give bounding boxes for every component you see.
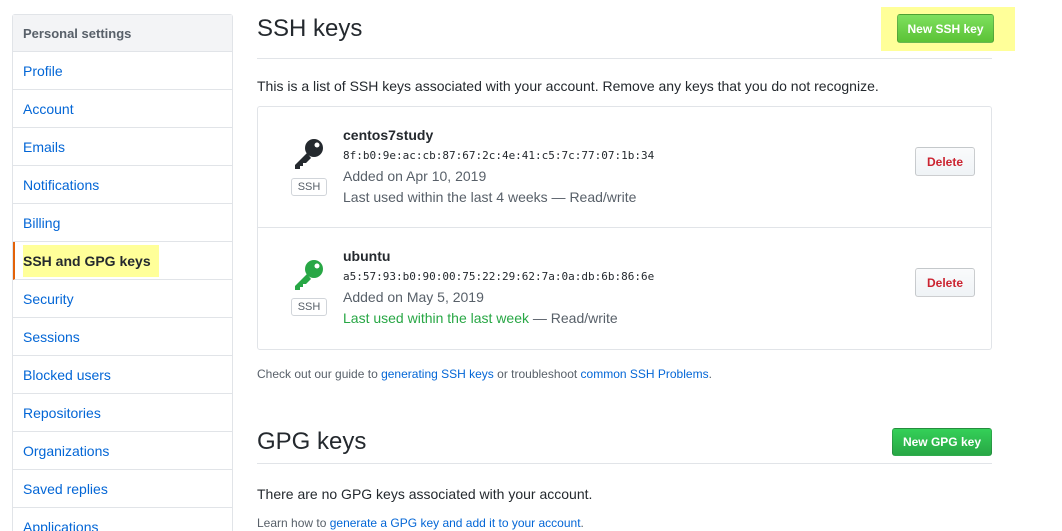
- access-text: — Read/write: [547, 189, 637, 205]
- sidebar-header: Personal settings: [13, 15, 232, 52]
- sidebar-item-emails[interactable]: Emails: [13, 128, 232, 166]
- ssh-key-last-used: Last used within the last 4 weeks — Read…: [343, 189, 654, 209]
- new-ssh-key-highlight: New SSH key: [881, 7, 1015, 51]
- gpg-keys-title: GPG keys: [257, 427, 367, 455]
- ssh-guide-text: Check out our guide to generating SSH ke…: [257, 367, 712, 381]
- last-used-text: Last used within the last 4 weeks: [343, 189, 548, 205]
- sidebar-item-blocked-users[interactable]: Blocked users: [13, 356, 232, 394]
- main-content: SSH keys New SSH key This is a list of S…: [257, 0, 1015, 530]
- delete-ssh-key-button[interactable]: Delete: [915, 147, 975, 176]
- ssh-key-info: centos7study 8f:b0:9e:ac:cb:87:67:2c:4e:…: [343, 127, 654, 209]
- sidebar-item-label: SSH and GPG keys: [23, 244, 159, 277]
- last-used-text: Last used within the last week: [343, 310, 529, 326]
- ssh-key-last-used: Last used within the last week — Read/wr…: [343, 310, 654, 330]
- ssh-key-added-date: Added on Apr 10, 2019: [343, 168, 487, 184]
- sidebar-item-sessions[interactable]: Sessions: [13, 318, 232, 356]
- learn-prefix: Learn how to: [257, 516, 330, 530]
- ssh-key-fingerprint: 8f:b0:9e:ac:cb:87:67:2c:4e:41:c5:7c:77:0…: [343, 149, 655, 162]
- key-icon: [295, 260, 323, 290]
- ssh-keys-description: This is a list of SSH keys associated wi…: [257, 78, 879, 94]
- gpg-section-header: GPG keys New GPG key: [257, 420, 992, 464]
- guide-prefix: Check out our guide to: [257, 367, 382, 381]
- ssh-key-added-date: Added on May 5, 2019: [343, 289, 484, 305]
- sidebar-item-applications[interactable]: Applications: [13, 508, 232, 531]
- ssh-key-row: SSH ubuntu a5:57:93:b0:90:00:75:22:29:62…: [258, 228, 991, 349]
- new-ssh-key-button[interactable]: New SSH key: [897, 14, 994, 43]
- sidebar-item-notifications[interactable]: Notifications: [13, 166, 232, 204]
- ssh-key-list: SSH centos7study 8f:b0:9e:ac:cb:87:67:2c…: [257, 106, 992, 350]
- generating-ssh-keys-link[interactable]: generating SSH keys: [381, 367, 494, 381]
- generate-gpg-key-link[interactable]: generate a GPG key and add it to your ac…: [330, 516, 581, 530]
- sidebar-item-organizations[interactable]: Organizations: [13, 432, 232, 470]
- no-gpg-keys-text: There are no GPG keys associated with yo…: [257, 486, 593, 502]
- common-ssh-problems-link[interactable]: common SSH Problems: [581, 367, 709, 381]
- ssh-section-header: SSH keys New SSH key: [257, 0, 1015, 59]
- sidebar-item-security[interactable]: Security: [13, 280, 232, 318]
- access-text: — Read/write: [529, 310, 618, 326]
- ssh-key-title: centos7study: [343, 127, 434, 143]
- delete-ssh-key-button[interactable]: Delete: [915, 268, 975, 297]
- guide-middle: or troubleshoot: [493, 367, 581, 381]
- learn-suffix: .: [580, 516, 584, 530]
- ssh-type-label: SSH: [291, 298, 327, 316]
- ssh-key-info: ubuntu a5:57:93:b0:90:00:75:22:29:62:7a:…: [343, 248, 654, 330]
- settings-sidebar: Personal settings Profile Account Emails…: [12, 14, 233, 531]
- ssh-key-row: SSH centos7study 8f:b0:9e:ac:cb:87:67:2c…: [258, 107, 991, 228]
- gpg-learn-text: Learn how to generate a GPG key and add …: [257, 516, 584, 530]
- ssh-key-title: ubuntu: [343, 248, 391, 264]
- ssh-key-fingerprint: a5:57:93:b0:90:00:75:22:29:62:7a:0a:db:6…: [343, 270, 655, 283]
- ssh-type-label: SSH: [291, 178, 327, 196]
- sidebar-item-billing[interactable]: Billing: [13, 204, 232, 242]
- sidebar-item-account[interactable]: Account: [13, 90, 232, 128]
- guide-suffix: .: [708, 367, 712, 381]
- ssh-keys-title: SSH keys: [257, 15, 363, 42]
- sidebar-item-repositories[interactable]: Repositories: [13, 394, 232, 432]
- sidebar-item-saved-replies[interactable]: Saved replies: [13, 470, 232, 508]
- key-icon: [295, 139, 323, 169]
- new-gpg-key-button[interactable]: New GPG key: [891, 427, 992, 456]
- sidebar-item-ssh-gpg-keys[interactable]: SSH and GPG keys: [13, 242, 232, 280]
- sidebar-item-profile[interactable]: Profile: [13, 52, 232, 90]
